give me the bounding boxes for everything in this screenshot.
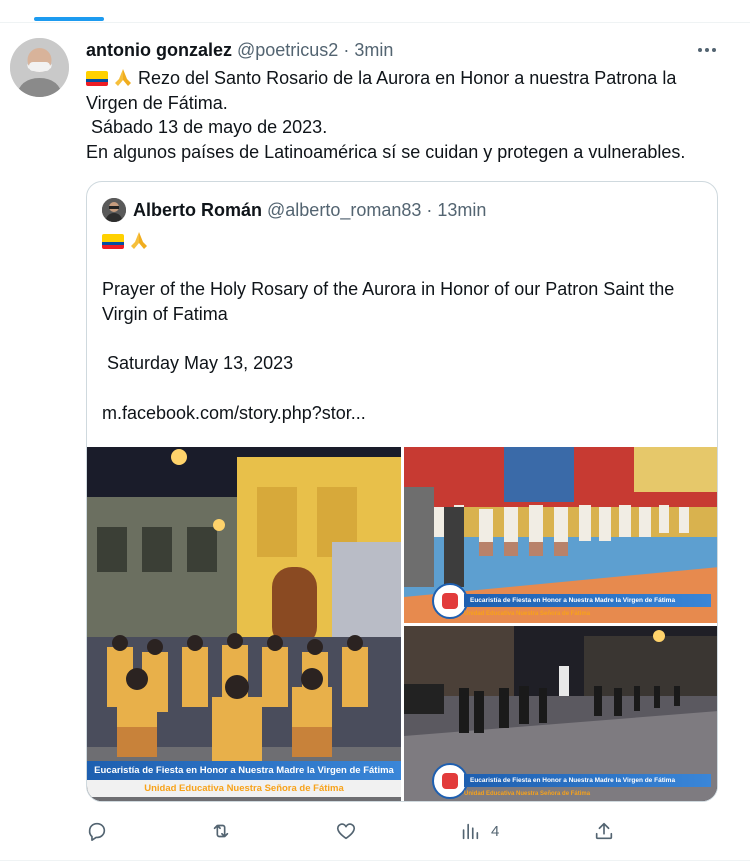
tweet-text-line-2: Virgen de Fátima. [86, 92, 228, 113]
avatar[interactable] [10, 38, 69, 97]
tweet-header: antonio gonzalez @poetricus2 · 3min [86, 38, 393, 62]
photo-3-caption-line-1: Eucaristía de Fiesta en Honor a Nuestra … [464, 774, 711, 787]
tweet-time[interactable]: 3min [354, 38, 393, 62]
night-street-procession-photo[interactable]: Eucaristía de Fiesta en Honor a Nuestra … [404, 626, 717, 801]
reply-icon [88, 822, 106, 841]
quote-emojis [102, 230, 154, 252]
procession-street-photo[interactable]: Eucaristía de Fiesta en Honor a Nuestra … [87, 447, 401, 801]
retweet-button[interactable] [210, 816, 232, 846]
quote-header: Alberto Román @alberto_roman83 · 13min [102, 198, 486, 222]
like-button[interactable] [335, 816, 357, 846]
folded-hands-icon [131, 232, 147, 249]
quote-paragraph-2: Saturday May 13, 2023 [102, 353, 294, 373]
tweet-text-line-3: Sábado 13 de mayo de 2023. [86, 117, 328, 137]
reply-button[interactable] [86, 816, 108, 846]
ecuador-flag-icon [86, 71, 108, 86]
views-count: 4 [491, 822, 500, 840]
ecuador-flag-icon [102, 234, 124, 249]
quote-avatar [102, 198, 126, 222]
photo-2-caption-line-1: Eucaristía de Fiesta en Honor a Nuestra … [464, 594, 711, 607]
school-logo [432, 583, 468, 619]
retweet-icon [213, 824, 229, 838]
folded-hands-icon [115, 69, 131, 86]
tweet-text-line-1-content: Rezo del Santo Rosario de la Aurora en H… [138, 68, 677, 88]
heart-icon [336, 823, 356, 840]
share-icon [595, 822, 613, 840]
action-bar: 4 [86, 816, 626, 846]
schoolyard-students-photo[interactable]: Eucaristía de Fiesta en Honor a Nuestra … [404, 447, 717, 623]
top-divider [0, 22, 750, 23]
tweet-text-line-4: En algunos países de Latinoamérica sí se… [86, 141, 686, 162]
photo-2-caption-line-2: Unidad Educativa Nuestra Señora de Fátim… [464, 611, 591, 617]
quote-text: Prayer of the Holy Rosary of the Aurora … [102, 277, 702, 425]
author-handle[interactable]: @poetricus2 [237, 38, 338, 62]
author-name[interactable]: antonio gonzalez [86, 38, 232, 62]
views-icon [462, 823, 479, 840]
quoted-tweet[interactable]: Alberto Román @alberto_roman83 · 13min P… [86, 181, 718, 802]
media-grid: Eucaristía de Fiesta en Honor a Nuestra … [87, 447, 717, 801]
header-separator: · [343, 40, 350, 60]
quote-author-handle[interactable]: @alberto_roman83 [267, 198, 421, 222]
tweet-text: Rezo del Santo Rosario de la Aurora en H… [86, 66, 726, 164]
quote-author-name[interactable]: Alberto Román [133, 198, 262, 222]
bottom-divider [0, 860, 750, 861]
active-tab-indicator [34, 17, 104, 21]
photo-1-caption-line-2: Unidad Educativa Nuestra Señora de Fátim… [87, 780, 401, 797]
school-logo [432, 763, 468, 799]
quote-time[interactable]: 13min [437, 198, 486, 222]
quote-link[interactable]: m.facebook.com/story.php?stor... [102, 401, 702, 426]
more-options-icon[interactable] [692, 38, 722, 62]
tweet-text-line-1: Rezo del Santo Rosario de la Aurora en H… [86, 66, 726, 91]
photo-1-caption-line-1: Eucaristía de Fiesta en Honor a Nuestra … [87, 761, 401, 780]
share-button[interactable] [593, 816, 615, 846]
quote-paragraph-1: Prayer of the Holy Rosary of the Aurora … [102, 279, 675, 324]
quote-header-separator: · [426, 200, 433, 220]
photo-1-caption: Eucaristía de Fiesta en Honor a Nuestra … [87, 761, 401, 797]
photo-3-caption-line-2: Unidad Educativa Nuestra Señora de Fátim… [464, 791, 591, 797]
views-button[interactable]: 4 [459, 816, 499, 846]
